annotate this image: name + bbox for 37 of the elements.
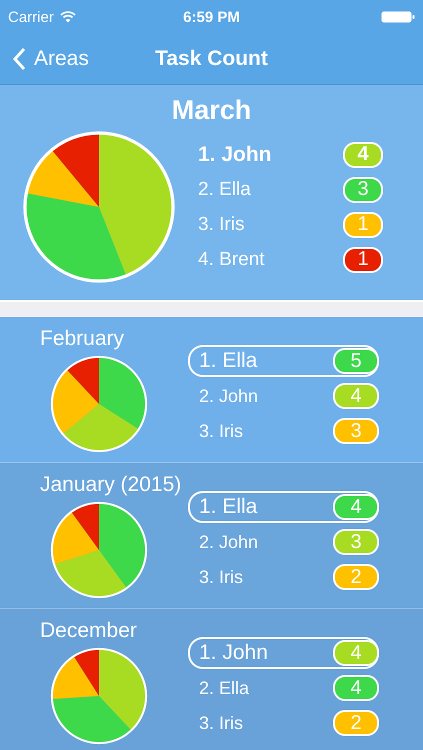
rank-label: 2. Ella: [198, 178, 251, 200]
wifi-icon: [60, 11, 76, 23]
count-badge: 5: [333, 348, 379, 374]
count-badge: 2: [333, 564, 379, 590]
rank-label: 2. John: [199, 532, 258, 552]
count-badge: 4: [333, 494, 379, 520]
rank-label: 2. John: [199, 386, 258, 406]
month-title: February: [40, 327, 126, 351]
rank-label: 1. John: [199, 641, 268, 665]
rank-label: 3. Iris: [199, 420, 244, 442]
count-badge: 4: [333, 383, 379, 409]
month-title: December: [40, 619, 138, 643]
rank-label: 1. Ella: [199, 349, 258, 373]
chevron-left-icon: [12, 47, 26, 71]
rank-label: 2. Ella: [199, 678, 250, 698]
nav-title: Task Count: [155, 47, 268, 71]
count-badge: 4: [343, 142, 383, 168]
status-time: 6:59 PM: [183, 8, 240, 26]
rank-label: 3. Iris: [198, 214, 244, 236]
carrier-label: Carrier: [8, 8, 54, 26]
rank-label: 1. John: [198, 142, 272, 166]
rank-label: 4. Brent: [198, 248, 265, 270]
month-title: January (2015): [40, 473, 182, 497]
count-badge: 4: [333, 640, 379, 666]
count-badge: 3: [333, 418, 379, 444]
count-badge: 1: [343, 212, 383, 238]
count-badge: 2: [333, 710, 379, 736]
count-badge: 1: [343, 246, 383, 272]
count-badge: 3: [333, 529, 379, 555]
count-badge: 3: [343, 176, 383, 202]
rank-label: 3. Iris: [199, 566, 244, 588]
battery-icon: [381, 11, 415, 23]
rank-label: 3. Iris: [199, 712, 244, 734]
rank-label: 1. Ella: [199, 495, 258, 519]
count-badge: 4: [333, 675, 379, 701]
month-title: March: [172, 95, 252, 126]
back-button[interactable]: Areas: [0, 47, 89, 71]
